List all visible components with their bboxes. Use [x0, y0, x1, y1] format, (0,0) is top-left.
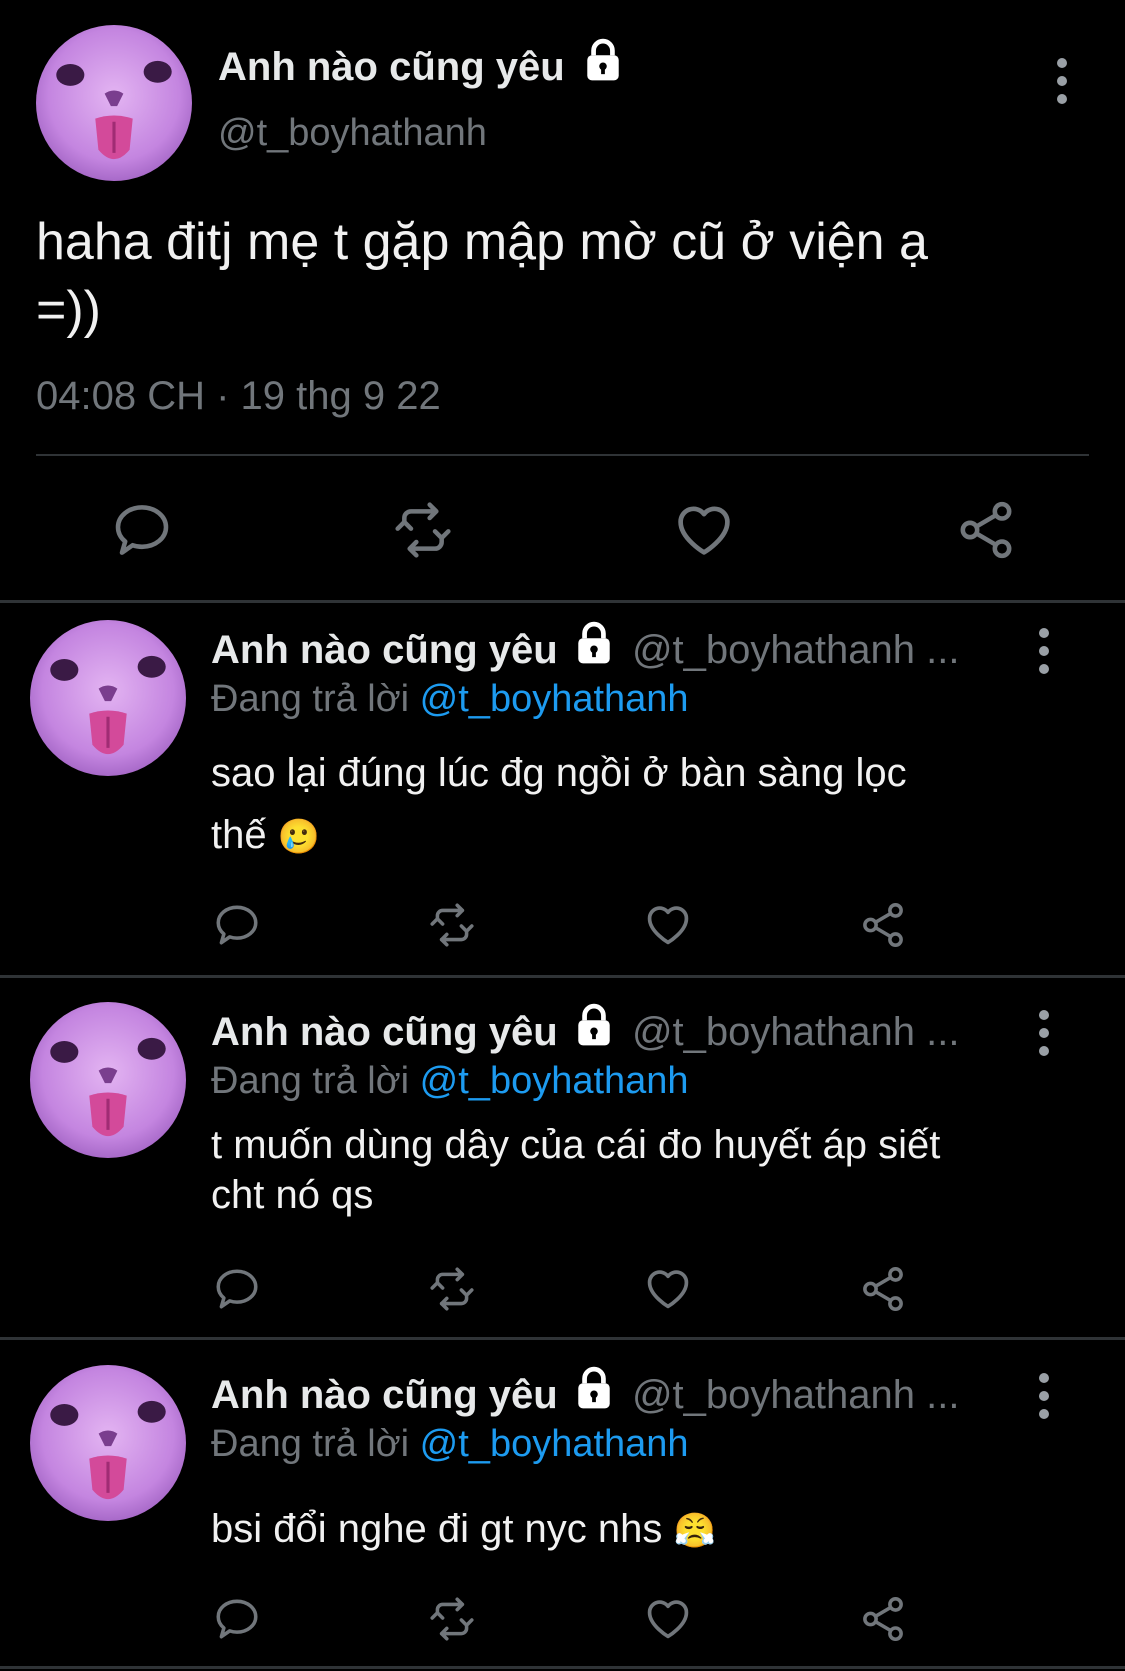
- more-icon[interactable]: [1034, 1373, 1054, 1427]
- retweet-icon[interactable]: [388, 498, 458, 562]
- replying-to: Đang trả lời @t_boyhathanh: [211, 1060, 689, 1102]
- mention-link[interactable]: @t_boyhathanh: [420, 678, 689, 720]
- more-icon[interactable]: [1034, 1010, 1054, 1064]
- lock-icon: [573, 621, 615, 676]
- divider: [0, 975, 1125, 978]
- lock-icon: [573, 1003, 615, 1058]
- user-handle[interactable]: @t_boyhathanh ...: [632, 1010, 960, 1054]
- divider: [0, 1337, 1125, 1340]
- like-icon[interactable]: [671, 496, 737, 562]
- reply-text: t muốn dùng dây của cái đo huyết áp siết…: [211, 1123, 941, 1217]
- user-handle[interactable]: @t_boyhathanh: [218, 110, 487, 156]
- share-icon[interactable]: [858, 1264, 908, 1314]
- reply-icon[interactable]: [212, 1264, 262, 1314]
- like-icon[interactable]: [642, 1262, 694, 1314]
- tweet-text: haha đitj mẹ t gặp mập mờ cũ ở viện ạ =)…: [36, 213, 928, 339]
- separator: [36, 454, 1089, 456]
- replying-to: Đang trả lời @t_boyhathanh: [211, 678, 689, 720]
- display-name[interactable]: Anh nào cũng yêu: [211, 1010, 558, 1054]
- retweet-icon[interactable]: [424, 900, 480, 950]
- reply-icon[interactable]: [110, 498, 174, 562]
- reply-header: Anh nào cũng yêu @t_boyhathanh ...: [211, 626, 959, 676]
- reply-icon[interactable]: [212, 900, 262, 950]
- more-icon[interactable]: [1052, 58, 1072, 112]
- tweet-timestamp: 04:08 CH · 19 thg 9 22: [36, 374, 441, 418]
- avatar[interactable]: [30, 1002, 186, 1158]
- display-name[interactable]: Anh nào cũng yêu: [211, 1373, 558, 1417]
- share-icon[interactable]: [858, 900, 908, 950]
- reply-text: bsi đổi nghe đi gt nyc nhs 😤: [211, 1507, 716, 1551]
- divider: [0, 600, 1125, 603]
- divider: [0, 1666, 1125, 1669]
- more-icon[interactable]: [1034, 628, 1054, 682]
- retweet-icon[interactable]: [424, 1594, 480, 1644]
- share-icon[interactable]: [858, 1594, 908, 1644]
- avatar[interactable]: [30, 620, 186, 776]
- lock-icon: [582, 38, 624, 92]
- mention-link[interactable]: @t_boyhathanh: [420, 1423, 689, 1465]
- display-name[interactable]: Anh nào cũng yêu: [218, 44, 624, 92]
- lock-icon: [573, 1366, 615, 1421]
- reply-header: Anh nào cũng yêu @t_boyhathanh ...: [211, 1371, 959, 1421]
- user-handle[interactable]: @t_boyhathanh ...: [632, 1373, 960, 1417]
- reply-icon[interactable]: [212, 1594, 262, 1644]
- emoji: 🥲: [277, 818, 321, 856]
- emoji: 😤: [673, 1512, 716, 1550]
- avatar[interactable]: [36, 25, 192, 181]
- reply-header: Anh nào cũng yêu @t_boyhathanh ...: [211, 1008, 959, 1058]
- like-icon[interactable]: [642, 1592, 694, 1644]
- avatar[interactable]: [30, 1365, 186, 1521]
- like-icon[interactable]: [642, 898, 694, 950]
- mention-link[interactable]: @t_boyhathanh: [420, 1060, 689, 1102]
- display-name[interactable]: Anh nào cũng yêu: [211, 628, 558, 672]
- user-handle[interactable]: @t_boyhathanh ...: [632, 628, 960, 672]
- retweet-icon[interactable]: [424, 1264, 480, 1314]
- share-icon[interactable]: [954, 498, 1018, 562]
- replying-to: Đang trả lời @t_boyhathanh: [211, 1423, 689, 1465]
- reply-text: sao lại đúng lúc đg ngồi ở bàn sàng lọc …: [211, 751, 907, 857]
